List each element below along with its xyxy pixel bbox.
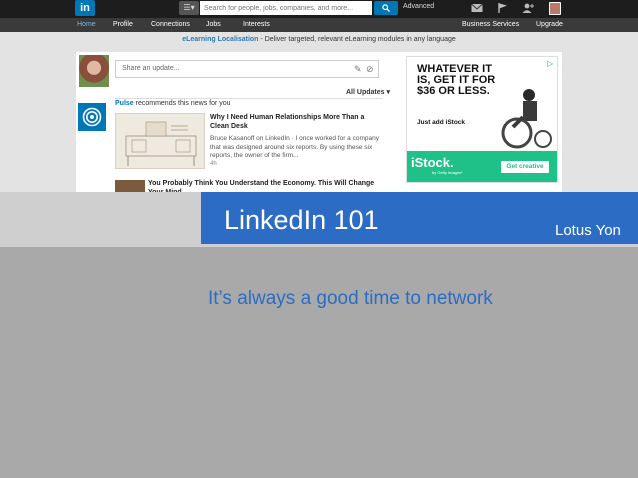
search-input[interactable] [200,1,372,15]
ad-headline: WHATEVER IT IS, GET IT FOR $36 OR LESS. [417,63,496,97]
search-category-dropdown[interactable]: ☰▾ [179,1,199,15]
article-1-title[interactable]: Why I Need Human Relationships More Than… [210,113,370,131]
pulse-recommendation: Pulse recommends this news for you [115,100,231,107]
linkedin-top-bar: in ☰▾ Advanced [0,0,638,18]
istock-logo-sub: by Getty Images* [432,170,463,175]
search-button[interactable] [374,1,398,15]
nav-connections[interactable]: Connections [151,21,190,28]
promo-text: - Deliver targeted, relevant eLearning m… [258,36,456,43]
linkedin-screenshot: in ☰▾ Advanced Home Profile Connections … [0,0,638,192]
article-2-title[interactable]: You Probably Think You Understand the Ec… [148,179,380,192]
ad-subline: Just add iStock [417,119,466,126]
linkedin-logo-icon[interactable]: in [75,0,95,16]
slide-subtitle: It’s always a good time to network [208,288,493,309]
pulse-logo-icon[interactable] [78,103,106,131]
slide-title: LinkedIn 101 [224,205,379,235]
promo-link[interactable]: eLearning Localisation [182,36,258,43]
nav-profile[interactable]: Profile [113,21,133,28]
notifications-flag-icon[interactable] [497,3,509,13]
article-1-age: 4h [210,161,217,167]
attachment-icon[interactable]: ⊘ [366,64,374,75]
advanced-search-link[interactable]: Advanced [403,3,434,10]
linkedin-nav-bar: Home Profile Connections Jobs Interests … [0,18,638,32]
nav-home[interactable]: Home [77,21,96,28]
get-creative-button[interactable]: Get creative [501,161,549,173]
slide-author: Lotus Yon [555,222,621,239]
share-update-input[interactable]: Share an update... [115,60,379,78]
article-1-snippet: Bruce Kasanoff on LinkedIn · I once work… [210,135,379,159]
desk-sketch-image[interactable] [115,113,205,169]
feed-divider [115,98,383,99]
pulse-recommendation-text: recommends this news for you [133,100,231,107]
athlete-image [501,89,552,149]
nav-interests[interactable]: Interests [243,21,270,28]
account-avatar[interactable] [549,2,561,15]
all-updates-dropdown[interactable]: All Updates ▾ [346,88,390,96]
profile-photo[interactable] [79,55,109,87]
pencil-icon[interactable]: ✎ [354,64,362,75]
nav-business-services[interactable]: Business Services [462,21,519,28]
ad-info-icon[interactable]: ▷ [547,59,553,68]
nav-jobs[interactable]: Jobs [206,21,221,28]
search-icon [382,4,390,12]
messages-icon[interactable] [471,3,483,13]
nav-upgrade[interactable]: Upgrade [536,21,563,28]
article-2-thumbnail[interactable] [115,180,145,192]
add-connections-icon[interactable] [522,3,534,13]
promo-banner: eLearning Localisation - Deliver targete… [0,32,638,48]
istock-ad[interactable]: ▷ WHATEVER IT IS, GET IT FOR $36 OR LESS… [406,56,558,183]
pulse-source-link[interactable]: Pulse [115,100,134,107]
istock-logo: iStock. [411,155,454,170]
